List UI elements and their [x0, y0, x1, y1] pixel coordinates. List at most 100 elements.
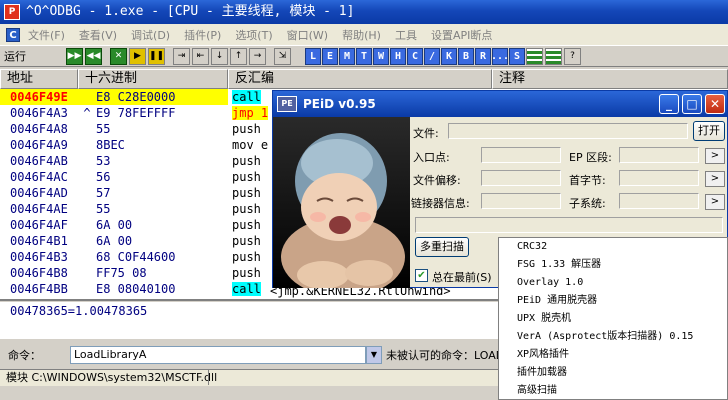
- menu-item[interactable]: FSG 1.33 解压器: [499, 256, 727, 274]
- toolbar-button-10[interactable]: ⇲: [274, 47, 291, 65]
- window-button-3[interactable]: T: [356, 47, 372, 65]
- window-titlebar[interactable]: ^O^ODBG - 1.exe - [CPU - 主要线程, 模块 - 1]: [0, 0, 728, 24]
- file-path-field[interactable]: [448, 123, 688, 139]
- row-address: 0046F4B3: [10, 250, 68, 264]
- subsystem-arrow-button[interactable]: >: [705, 194, 725, 210]
- first-byte-field[interactable]: [619, 170, 699, 186]
- info-text: 00478365=1.00478365: [10, 304, 148, 318]
- header-hex[interactable]: 十六进制: [78, 69, 228, 89]
- close-button[interactable]: ✕: [705, 94, 725, 114]
- window-button-1[interactable]: E: [322, 47, 338, 65]
- ep-section-field[interactable]: [619, 147, 699, 163]
- entry-point-label: 入口点:: [413, 151, 450, 164]
- window-letter-buttons: L E M T W H C / K B R... S: [305, 47, 526, 65]
- menu-item[interactable]: PEiD 通用脱壳器: [499, 292, 727, 310]
- row-address: 0046F4A8: [10, 122, 68, 136]
- menu-file[interactable]: 文件(F): [28, 27, 65, 43]
- row-address: 0046F4A3: [10, 106, 68, 120]
- window-button-4[interactable]: W: [373, 47, 389, 65]
- menu-item[interactable]: CRC32: [499, 238, 727, 256]
- toolbar-button-6[interactable]: ⇤: [192, 47, 209, 65]
- first-byte-arrow-button[interactable]: >: [705, 171, 725, 187]
- menu-window[interactable]: 窗口(W): [287, 27, 328, 43]
- toolbar-button-3[interactable]: ▶: [129, 47, 146, 65]
- row-disasm: push: [232, 154, 261, 168]
- window-button-5[interactable]: H: [390, 47, 406, 65]
- row-address: 0046F4B8: [10, 266, 68, 280]
- file-offset-field[interactable]: [481, 170, 561, 186]
- row-jump-marker: [78, 89, 96, 105]
- plugin-context-menu: CRC32 FSG 1.33 解压器 Overlay 1.0 PEiD 通用脱壳器 UP…: [498, 237, 728, 400]
- row-disasm: push: [232, 266, 261, 280]
- menu-item[interactable]: Overlay 1.0: [499, 274, 727, 292]
- row-disasm: push: [232, 202, 261, 216]
- app-logo-icon: P: [4, 4, 20, 20]
- header-disasm[interactable]: 反汇编: [228, 69, 492, 89]
- linker-info-field[interactable]: [481, 193, 561, 209]
- toolbar-button-1[interactable]: ◀◀: [85, 47, 102, 65]
- open-button[interactable]: 打开: [693, 121, 725, 141]
- row-jump-marker: [78, 153, 96, 169]
- row-disasm: jmp 1: [232, 106, 269, 120]
- mdi-child-icon[interactable]: C: [6, 27, 20, 42]
- minimize-button[interactable]: _: [659, 94, 679, 114]
- row-jump-marker: [78, 121, 96, 137]
- menu-tools[interactable]: 工具: [395, 27, 417, 43]
- header-address[interactable]: 地址: [0, 69, 78, 89]
- menu-item[interactable]: VerA (Asprotect版本扫描器) 0.15: [499, 328, 727, 346]
- command-message: 未被认可的命令：LOADLI: [386, 349, 514, 362]
- row-jump-marker: [78, 169, 96, 185]
- command-label: 命令：: [8, 349, 41, 362]
- menu-item[interactable]: UPX 脱壳机: [499, 310, 727, 328]
- window-button-9[interactable]: B: [458, 47, 474, 65]
- help-icon[interactable]: ?: [564, 47, 581, 65]
- menu-help[interactable]: 帮助(H): [342, 27, 381, 43]
- toolbar-button-7[interactable]: ↓: [211, 47, 228, 65]
- row-hex: 55: [96, 122, 111, 136]
- chevron-down-icon[interactable]: ▼: [366, 346, 382, 364]
- menu-item[interactable]: 插件加载器: [499, 364, 727, 382]
- subsystem-field[interactable]: [619, 193, 699, 209]
- row-jump-marker: [78, 201, 96, 217]
- row-hex: E9 78FEFFFF: [96, 106, 176, 120]
- scan-result-field: [415, 217, 723, 233]
- menu-options[interactable]: 选项(T): [235, 27, 272, 43]
- menu-item[interactable]: 高级扫描: [499, 382, 727, 400]
- list-icon[interactable]: [545, 47, 562, 65]
- menu-view[interactable]: 查看(V): [79, 27, 117, 43]
- window-button-7[interactable]: /: [424, 47, 440, 65]
- run-status: 运行: [4, 50, 26, 63]
- window-button-8[interactable]: K: [441, 47, 457, 65]
- menu-plugins[interactable]: 插件(P): [184, 27, 221, 43]
- command-input[interactable]: LoadLibraryA: [70, 346, 366, 364]
- row-address: 0046F4AF: [10, 218, 68, 232]
- toolbar-button-0[interactable]: ▶▶: [66, 47, 83, 65]
- row-address: 0046F4BB: [10, 282, 68, 296]
- window-button-2[interactable]: M: [339, 47, 355, 65]
- toolbar-button-9[interactable]: →: [249, 47, 266, 65]
- rescan-button[interactable]: 多重扫描: [415, 237, 469, 257]
- window-button-12[interactable]: S: [509, 47, 525, 65]
- ep-section-arrow-button[interactable]: >: [705, 148, 725, 164]
- status-text: 模块 C:\WINDOWS\system32\MSCTF.dll: [6, 371, 218, 384]
- row-hex: 53: [96, 154, 111, 168]
- toolbar-button-8[interactable]: ↑: [230, 47, 247, 65]
- window-button-10[interactable]: R: [475, 47, 491, 65]
- header-comment[interactable]: 注释: [492, 69, 728, 89]
- menu-debug[interactable]: 调试(D): [131, 27, 170, 43]
- window-button-11[interactable]: ...: [491, 47, 509, 65]
- grid-icon[interactable]: [526, 47, 543, 65]
- maximize-button[interactable]: □: [682, 94, 702, 114]
- menu-item[interactable]: XP风格插件: [499, 346, 727, 364]
- window-button-0[interactable]: L: [305, 47, 321, 65]
- toolbar-button-5[interactable]: ⇥: [173, 47, 190, 65]
- toolbar-button-2[interactable]: ✕: [110, 47, 127, 65]
- menu-set-api-breakpoint[interactable]: 设置API断点: [431, 27, 492, 43]
- row-hex: 57: [96, 186, 111, 200]
- row-address: 0046F4AD: [10, 186, 68, 200]
- always-on-top-checkbox[interactable]: ✔: [415, 269, 428, 282]
- toolbar-button-4[interactable]: ❚❚: [148, 47, 165, 65]
- window-button-6[interactable]: C: [407, 47, 423, 65]
- row-hex: 6A 00: [96, 234, 133, 248]
- entry-point-field[interactable]: [481, 147, 561, 163]
